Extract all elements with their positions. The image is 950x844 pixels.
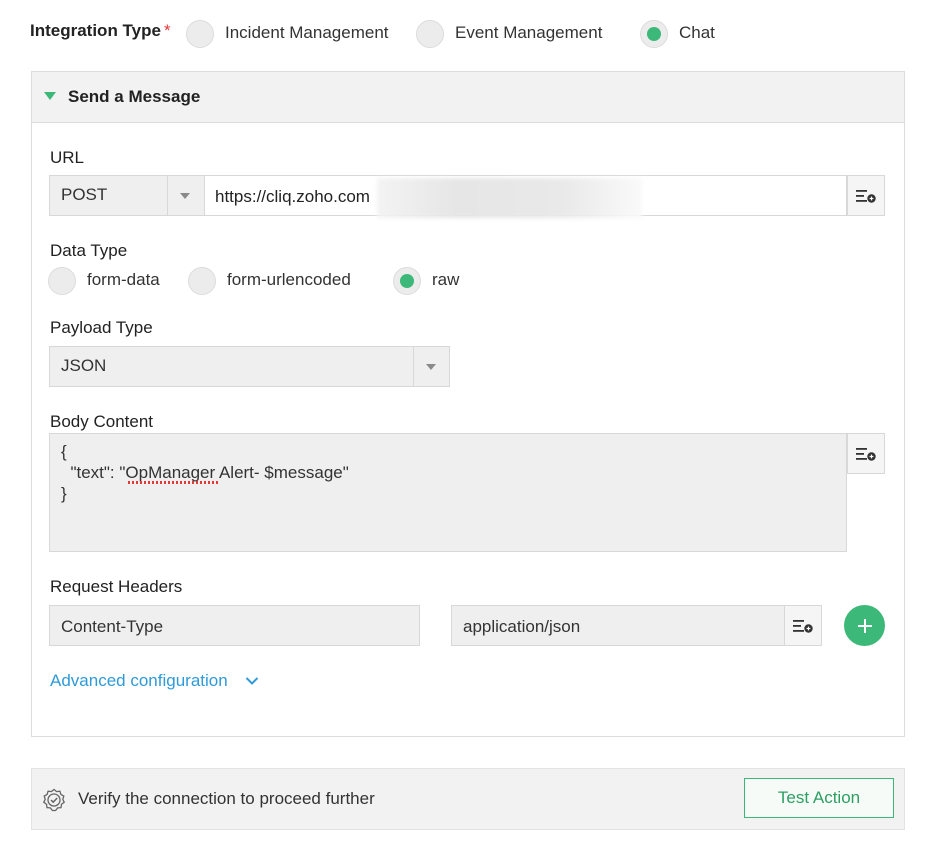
method-value: POST [61, 185, 108, 204]
insert-variable-icon [856, 447, 876, 461]
radio-selected-dot [647, 27, 661, 41]
url-input[interactable]: https://cliq.zoho.com [204, 175, 847, 218]
payload-type-select[interactable]: JSON [49, 346, 450, 387]
insert-variable-icon [793, 619, 813, 633]
header-key-value: Content-Type [61, 617, 164, 636]
select-divider [167, 176, 168, 215]
plus-icon [857, 618, 872, 633]
url-insert-variable-button[interactable] [847, 175, 885, 216]
radio-chat[interactable] [640, 20, 668, 48]
radio-label-raw[interactable]: raw [432, 270, 459, 290]
body-content-label: Body Content [50, 412, 154, 431]
radio-form-data[interactable] [48, 267, 76, 295]
advanced-configuration-label: Advanced configuration [50, 671, 228, 690]
radio-label-event-management[interactable]: Event Management [455, 23, 602, 43]
chevron-down-icon [245, 677, 258, 685]
url-value: https://cliq.zoho.com [215, 187, 370, 206]
payload-type-label: Payload Type [50, 318, 153, 337]
radio-label-chat[interactable]: Chat [679, 23, 715, 43]
test-action-button[interactable]: Test Action [744, 778, 894, 818]
collapse-triangle-icon[interactable] [44, 92, 56, 100]
verified-badge-icon [42, 788, 66, 812]
request-headers-label: Request Headers [50, 577, 183, 596]
radio-label-incident-management[interactable]: Incident Management [225, 23, 389, 43]
body-line-1: { [61, 442, 67, 461]
payload-type-value: JSON [61, 356, 107, 375]
header-insert-variable-button[interactable] [784, 605, 822, 646]
select-divider [413, 347, 414, 386]
verify-message: Verify the connection to proceed further [78, 789, 375, 808]
radio-event-management[interactable] [416, 20, 444, 48]
section-title: Send a Message [68, 87, 201, 106]
spellcheck-underline [128, 481, 220, 484]
body-content-textarea[interactable]: { "text": "OpManager Alert- $message" } [49, 433, 847, 552]
url-label: URL [50, 148, 85, 167]
add-header-button[interactable] [844, 605, 885, 646]
body-line-2: "text": "OpManager Alert- $message" [61, 463, 349, 482]
radio-form-urlencoded[interactable] [188, 267, 216, 295]
radio-incident-management[interactable] [186, 20, 214, 48]
required-marker: * [163, 21, 171, 40]
data-type-label: Data Type [50, 241, 128, 260]
radio-selected-dot [400, 274, 414, 288]
integration-type-label: Integration Type * [30, 21, 171, 40]
header-value-input[interactable]: application/json [451, 605, 785, 646]
chevron-down-icon [426, 364, 436, 370]
radio-label-form-urlencoded[interactable]: form-urlencoded [227, 270, 351, 290]
radio-raw[interactable] [393, 267, 421, 295]
method-select[interactable]: POST [49, 175, 204, 216]
radio-label-form-data[interactable]: form-data [87, 270, 160, 290]
redacted-url-blur [377, 178, 642, 218]
body-line-3: } [61, 484, 67, 503]
chevron-down-icon [180, 193, 190, 199]
advanced-configuration-link[interactable]: Advanced configuration [50, 671, 259, 691]
body-insert-variable-button[interactable] [847, 433, 885, 474]
header-key-input[interactable]: Content-Type [49, 605, 420, 646]
section-header[interactable]: Send a Message [32, 72, 904, 123]
header-value-value: application/json [463, 617, 581, 636]
insert-variable-icon [856, 189, 876, 203]
